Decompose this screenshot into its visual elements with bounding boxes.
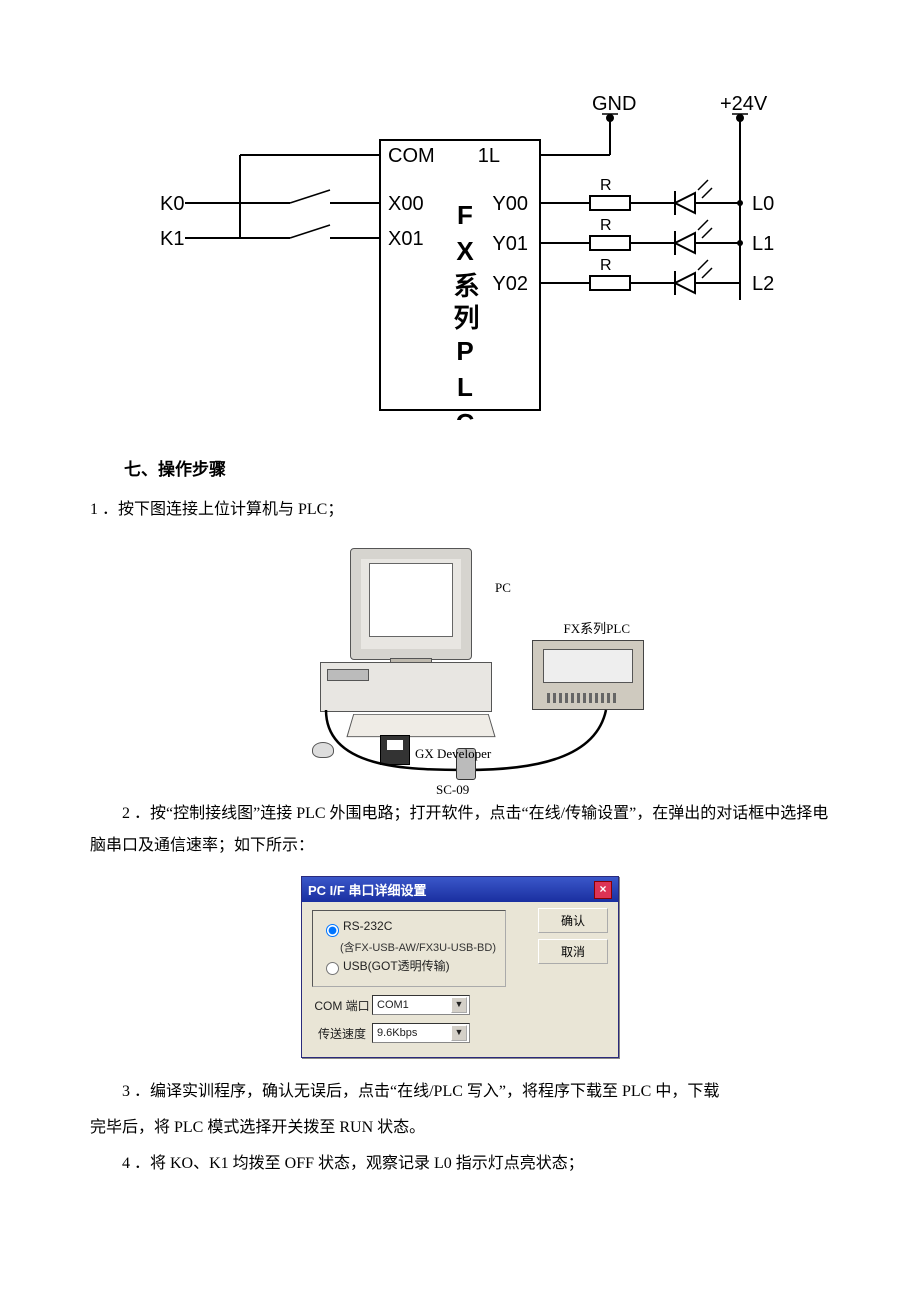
label-gx: GX Developer <box>415 746 491 762</box>
usb-radio[interactable] <box>326 962 339 975</box>
cancel-button[interactable]: 取消 <box>538 939 608 964</box>
svg-text:GND: GND <box>592 93 636 115</box>
step-3-line2: 完毕后，将 PLC 模式选择开关拨至 RUN 状态。 <box>90 1112 830 1144</box>
svg-text:Y01: Y01 <box>492 233 528 255</box>
dialog-title: PC I/F 串口详细设置 <box>308 880 426 899</box>
rs232-label: RS-232C <box>343 919 392 933</box>
step-2: 2 ．按“控制接线图”连接 PLC 外围电路；打开软件，点击“在线/传输设置”，… <box>90 798 830 862</box>
chevron-down-icon[interactable]: ▼ <box>451 1025 467 1041</box>
step-1: 1 ．按下图连接上位计算机与 PLC； <box>90 494 830 526</box>
rs232-radio[interactable] <box>326 924 339 937</box>
rs232-sublabel: (含FX-USB-AW/FX3U-USB-BD) <box>337 939 499 955</box>
label-cable: SC-09 <box>436 782 469 798</box>
svg-text:X01: X01 <box>388 228 424 250</box>
plc-wiring-diagram: FX系列PLC COM X00 X01 K0 K1 1L Y00 Y01 Y02 <box>90 90 830 425</box>
label-pc: PC <box>495 580 511 596</box>
pc-tower-icon <box>320 662 492 712</box>
cable-icon <box>316 708 616 778</box>
usb-label: USB(GOT透明传输) <box>343 957 450 974</box>
svg-text:R: R <box>600 177 612 194</box>
svg-text:Y00: Y00 <box>492 193 528 215</box>
baud-rate-label: 传送速度 <box>312 1025 372 1042</box>
svg-text:L2: L2 <box>752 273 774 295</box>
chevron-down-icon[interactable]: ▼ <box>451 997 467 1013</box>
svg-text:L0: L0 <box>752 193 774 215</box>
baud-rate-select[interactable]: 9.6Kbps ▼ <box>372 1023 470 1043</box>
com-port-select[interactable]: COM1 ▼ <box>372 995 470 1015</box>
plc-unit-icon <box>532 640 644 710</box>
svg-text:R: R <box>600 257 612 274</box>
svg-text:K1: K1 <box>160 228 184 250</box>
serial-settings-dialog: PC I/F 串口详细设置 × 确认 取消 RS-232C (含FX-USB-A… <box>301 876 619 1058</box>
svg-text:R: R <box>600 217 612 234</box>
svg-text:K0: K0 <box>160 193 184 215</box>
label-plc: FX系列PLC <box>564 618 630 637</box>
pc-to-plc-illustration: PC GX Developer FX系列PLC SC-09 <box>260 540 660 780</box>
svg-text:Y02: Y02 <box>492 273 528 295</box>
com-port-label: COM 端口 <box>312 997 372 1014</box>
svg-text:COM: COM <box>388 145 435 167</box>
monitor-icon <box>350 548 472 660</box>
svg-text:+24V: +24V <box>720 93 768 115</box>
svg-text:X00: X00 <box>388 193 424 215</box>
svg-text:1L: 1L <box>478 145 500 167</box>
svg-text:L1: L1 <box>752 233 774 255</box>
step-3-line1: 3 ．编译实训程序，确认无误后，点击“在线/PLC 写入”，将程序下载至 PLC… <box>90 1076 830 1108</box>
step-4: 4 ．将 KO、K1 均拨至 OFF 状态，观察记录 L0 指示灯点亮状态； <box>90 1148 830 1180</box>
section-7-title: 七、操作步骤 <box>124 455 830 480</box>
close-icon[interactable]: × <box>594 881 612 899</box>
interface-group: RS-232C (含FX-USB-AW/FX3U-USB-BD) USB(GOT… <box>312 910 506 987</box>
svg-text:FX系列PLC: FX系列PLC <box>450 200 480 420</box>
ok-button[interactable]: 确认 <box>538 908 608 933</box>
